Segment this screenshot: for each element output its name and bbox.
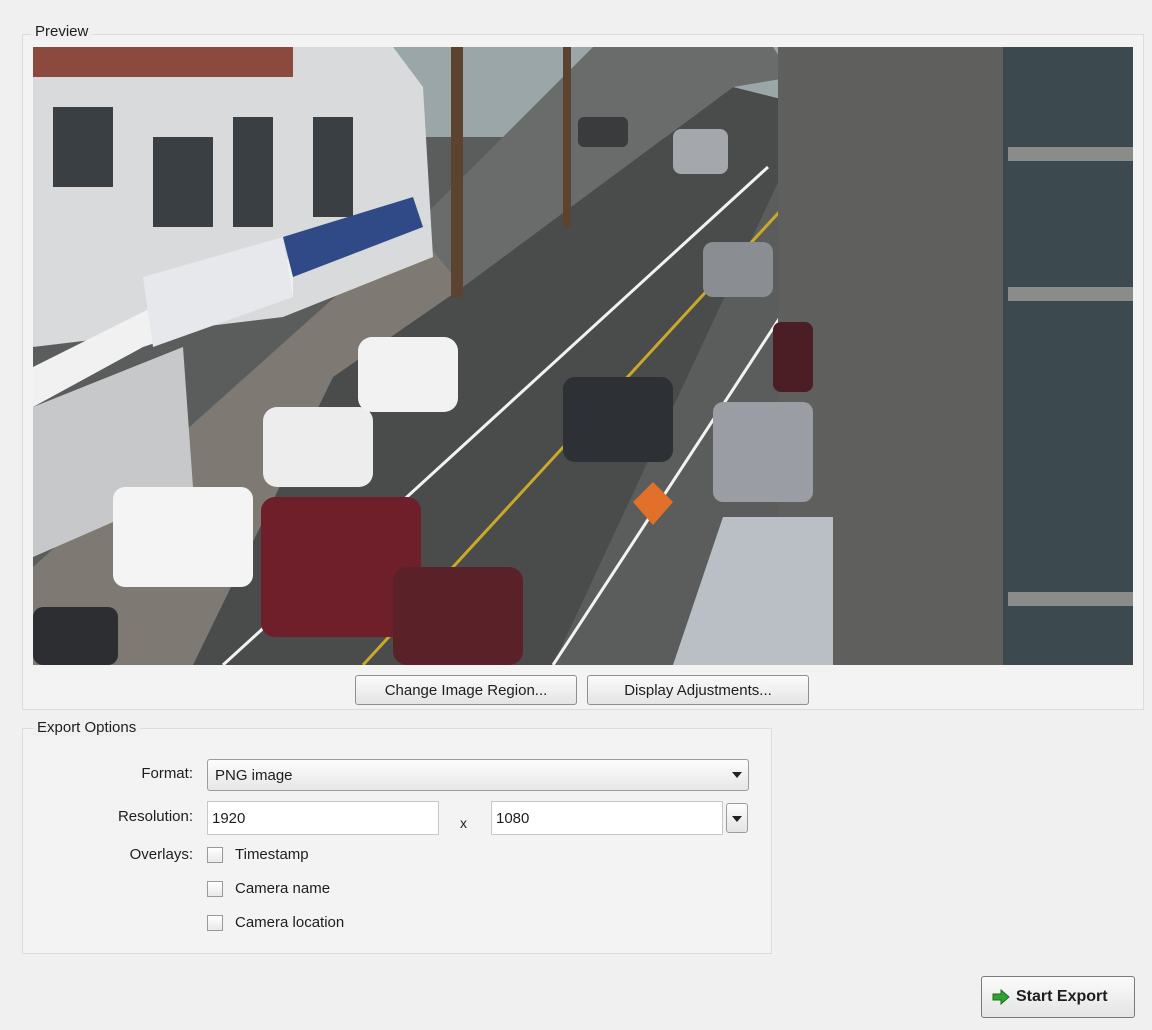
overlays-label: Overlays:	[129, 846, 193, 863]
resolution-preset-dropdown[interactable]	[726, 803, 748, 833]
resolution-width-input[interactable]: 1920	[207, 801, 439, 835]
display-adjustments-button[interactable]: Display Adjustments...	[587, 675, 809, 705]
preview-group: Preview Change Image Region... Display A…	[22, 23, 1144, 710]
chevron-down-icon	[732, 816, 742, 822]
change-image-region-button[interactable]: Change Image Region...	[355, 675, 577, 705]
export-options-title: Export Options	[33, 719, 141, 736]
camera-name-checkbox[interactable]	[207, 880, 223, 897]
timestamp-checkbox-row[interactable]: Timestamp	[207, 846, 309, 863]
format-label: Format:	[141, 765, 193, 782]
camera-preview-image	[33, 47, 1133, 665]
camera-location-checkbox[interactable]	[207, 914, 223, 931]
start-export-label: Start Export	[1016, 988, 1108, 1005]
resolution-separator: x	[460, 815, 467, 831]
resolution-label: Resolution:	[117, 808, 193, 825]
preview-title: Preview	[31, 23, 93, 40]
street-scene-graphic	[33, 47, 1133, 665]
green-arrow-icon	[992, 989, 1010, 1005]
camera-location-label: Camera location	[235, 914, 345, 931]
timestamp-checkbox[interactable]	[207, 846, 223, 863]
resolution-height-input[interactable]: 1080	[491, 801, 723, 835]
export-options-group: Export Options Format: PNG image Resolut…	[22, 719, 772, 954]
timestamp-label: Timestamp	[235, 846, 309, 863]
chevron-down-icon	[732, 772, 742, 778]
start-export-button[interactable]: Start Export	[981, 976, 1135, 1018]
camera-name-checkbox-row[interactable]: Camera name	[207, 880, 330, 897]
camera-location-checkbox-row[interactable]: Camera location	[207, 914, 344, 931]
format-select[interactable]: PNG image	[207, 759, 749, 791]
format-value: PNG image	[215, 766, 293, 784]
camera-name-label: Camera name	[235, 880, 331, 897]
